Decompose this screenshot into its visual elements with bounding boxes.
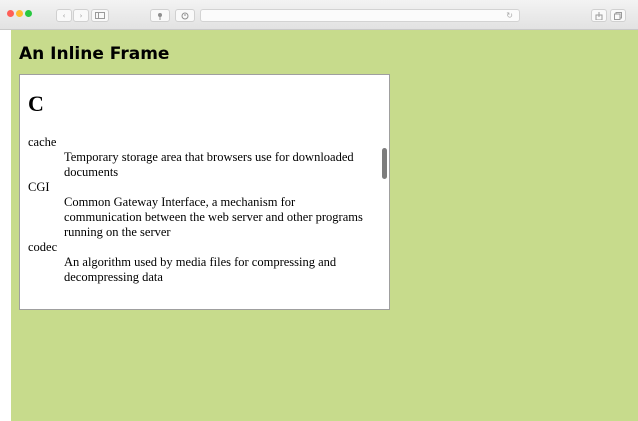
share-icon [595, 11, 603, 20]
minimize-window-button[interactable] [16, 10, 23, 17]
forward-button[interactable]: › [73, 9, 89, 22]
share-button[interactable] [591, 9, 607, 22]
pin-icon [158, 12, 162, 20]
glossary-term: cache [28, 135, 57, 149]
reload-icon[interactable]: ↻ [506, 10, 513, 21]
back-button[interactable]: ‹ [56, 9, 72, 22]
page-title: An Inline Frame [19, 44, 170, 64]
glossary-definition: Common Gateway Interface, a mechanism fo… [64, 195, 363, 239]
glossary-definition: Temporary storage area that browsers use… [64, 150, 354, 179]
address-bar[interactable]: ↻ [200, 9, 520, 22]
sidebar-toggle-button[interactable] [91, 9, 109, 22]
tabs-icon [614, 11, 622, 20]
page-content: An Inline Frame C cache Temporary storag… [11, 30, 638, 421]
pin-button[interactable] [150, 9, 170, 22]
inline-frame[interactable]: C cache Temporary storage area that brow… [19, 74, 390, 310]
browser-toolbar: ‹ › ↻ [0, 0, 638, 30]
clock-icon [181, 12, 189, 19]
glossary-list: cache Temporary storage area that browse… [28, 135, 374, 285]
tabs-overview-button[interactable] [610, 9, 626, 22]
sidebar-icon [95, 12, 105, 19]
glossary-definition: An algorithm used by media files for com… [64, 255, 337, 284]
zoom-window-button[interactable] [25, 10, 32, 17]
iframe-scrollbar-thumb[interactable] [382, 148, 387, 179]
back-arrow-icon: ‹ [62, 11, 66, 20]
close-window-button[interactable] [7, 10, 14, 17]
glossary-letter-heading: C [28, 91, 44, 116]
forward-arrow-icon: › [79, 11, 83, 20]
glossary-term: CGI [28, 180, 50, 194]
history-button[interactable] [175, 9, 195, 22]
glossary-term: codec [28, 240, 58, 254]
